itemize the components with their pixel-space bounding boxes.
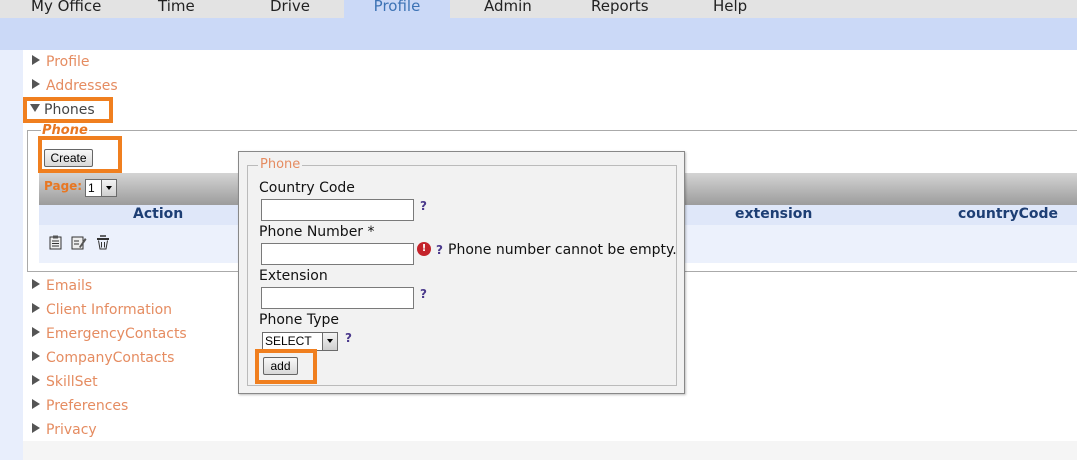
footer-strip <box>23 441 1077 460</box>
extension-help[interactable]: ? <box>420 287 427 301</box>
chevron-down-icon <box>101 180 116 196</box>
extension-input[interactable] <box>261 287 414 309</box>
required-mark: * <box>367 224 375 240</box>
add-button[interactable]: add <box>263 357 298 375</box>
nav-tab-my-office[interactable]: My Office <box>31 0 101 18</box>
nav-tab-profile[interactable]: Profile <box>344 0 450 18</box>
phone-number-input[interactable] <box>261 243 414 265</box>
phone-form-legend: Phone <box>258 157 303 172</box>
nav-tab-reports[interactable]: Reports <box>591 0 649 18</box>
expand-arrow-icon <box>32 327 40 337</box>
expand-arrow-icon <box>32 79 40 89</box>
accordion-label: Addresses <box>46 78 118 94</box>
page-select-value: 1 <box>88 181 95 195</box>
accordion-item-company-contacts[interactable]: CompanyContacts <box>32 350 174 370</box>
phone-number-label: Phone Number * <box>259 224 375 240</box>
collapse-arrow-icon <box>30 104 40 112</box>
page-select[interactable]: 1 <box>85 179 117 197</box>
top-nav: My Office Time Drive Profile Admin Repor… <box>0 0 1077 18</box>
accordion-item-profile[interactable]: Profile <box>32 54 90 74</box>
accordion-label: Phones <box>44 102 95 118</box>
phone-number-label-text: Phone Number <box>259 224 364 240</box>
chevron-down-icon <box>322 333 337 350</box>
sub-nav-bar <box>0 18 1077 50</box>
phones-legend: Phone <box>41 123 89 138</box>
accordion-label: Preferences <box>46 398 129 414</box>
expand-arrow-icon <box>32 375 40 385</box>
phone-type-select[interactable]: SELECT <box>262 332 338 351</box>
phone-type-help[interactable]: ? <box>345 331 352 345</box>
phone-type-value: SELECT <box>265 334 312 348</box>
accordion-item-client-information[interactable]: Client Information <box>32 302 172 322</box>
expand-arrow-icon <box>32 279 40 289</box>
delete-icon[interactable] <box>96 235 110 254</box>
page-label: Page: <box>44 179 83 193</box>
accordion-item-privacy[interactable]: Privacy <box>32 422 97 442</box>
nav-tab-drive[interactable]: Drive <box>270 0 310 18</box>
country-code-input[interactable] <box>261 199 414 221</box>
nav-tab-time[interactable]: Time <box>158 0 195 18</box>
country-code-help[interactable]: ? <box>420 199 427 213</box>
accordion-label: Client Information <box>46 302 173 318</box>
edit-icon[interactable] <box>71 235 87 254</box>
extension-label: Extension <box>259 268 328 284</box>
expand-arrow-icon <box>32 351 40 361</box>
accordion-label: Emails <box>46 278 93 294</box>
accordion-label: Profile <box>46 54 90 70</box>
accordion-item-skillset[interactable]: SkillSet <box>32 374 98 394</box>
accordion-label: SkillSet <box>46 374 98 390</box>
app-root: My Office Time Drive Profile Admin Repor… <box>0 0 1077 460</box>
left-margin <box>0 50 23 460</box>
column-header-countrycode[interactable]: countryCode <box>958 206 1058 222</box>
accordion-item-phones[interactable]: Phones <box>30 102 95 122</box>
nav-tab-admin[interactable]: Admin <box>484 0 532 18</box>
column-header-extension[interactable]: extension <box>735 206 812 222</box>
expand-arrow-icon <box>32 423 40 433</box>
phone-number-help[interactable]: ? <box>436 243 443 257</box>
accordion-item-emergency-contacts[interactable]: EmergencyContacts <box>32 326 187 346</box>
accordion-label: Privacy <box>46 422 97 438</box>
expand-arrow-icon <box>32 303 40 313</box>
accordion-item-addresses[interactable]: Addresses <box>32 78 118 98</box>
expand-arrow-icon <box>32 399 40 409</box>
expand-arrow-icon <box>32 55 40 65</box>
view-icon[interactable] <box>49 235 62 254</box>
nav-tab-help[interactable]: Help <box>713 0 747 18</box>
accordion-label: EmergencyContacts <box>46 326 187 342</box>
error-icon: ! <box>417 242 431 256</box>
accordion-item-preferences[interactable]: Preferences <box>32 398 128 418</box>
country-code-label: Country Code <box>259 180 355 196</box>
phone-number-error: Phone number cannot be empty. <box>448 242 677 258</box>
create-button[interactable]: Create <box>44 149 93 167</box>
column-header-action[interactable]: Action <box>133 206 183 222</box>
accordion-item-emails[interactable]: Emails <box>32 278 92 298</box>
phone-type-label: Phone Type <box>259 312 339 328</box>
accordion-label: CompanyContacts <box>46 350 175 366</box>
